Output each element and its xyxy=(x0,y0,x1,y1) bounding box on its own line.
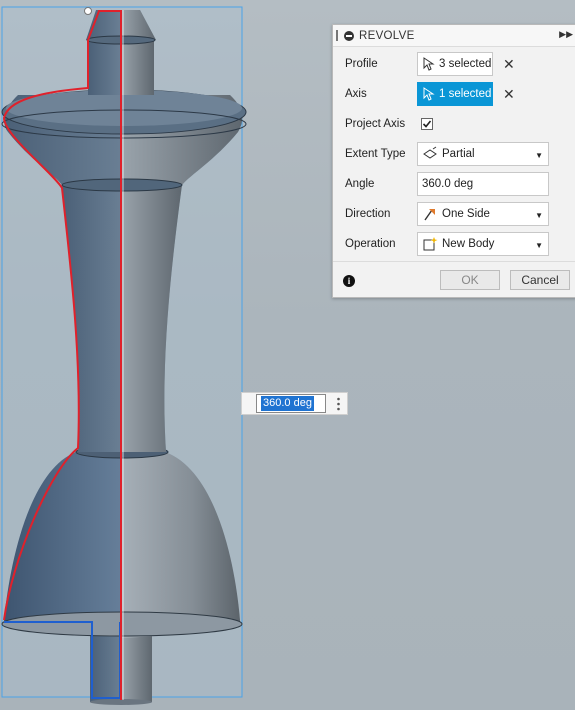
cancel-button[interactable]: Cancel xyxy=(510,270,570,290)
axis-selection-button[interactable]: 1 selected xyxy=(417,82,493,106)
info-icon[interactable]: i xyxy=(343,275,355,287)
operation-label: Operation xyxy=(345,238,396,250)
expand-icon[interactable]: ▶▶ xyxy=(559,29,573,40)
extent-type-label: Extent Type xyxy=(345,148,406,160)
direction-dropdown[interactable]: One Side ▼ xyxy=(417,202,549,226)
drag-handle-icon[interactable] xyxy=(336,30,338,41)
operation-row: Operation New Body ▼ xyxy=(333,230,575,258)
extent-type-row: Extent Type Partial ▼ xyxy=(333,140,575,168)
chevron-down-icon: ▼ xyxy=(535,151,543,160)
cursor-arrow-icon xyxy=(423,57,435,71)
canvas-angle-value[interactable]: 360.0 deg xyxy=(261,396,314,411)
direction-row: Direction One Side ▼ xyxy=(333,200,575,228)
direction-value: One Side xyxy=(442,208,490,220)
collapse-icon[interactable] xyxy=(344,30,354,41)
axis-label: Axis xyxy=(345,88,367,100)
profile-selection-button[interactable]: 3 selected xyxy=(417,52,493,76)
dialog-header[interactable]: REVOLVE ▶▶ xyxy=(333,25,575,47)
clear-profile-icon[interactable]: ✕ xyxy=(503,56,515,73)
angle-value: 360.0 deg xyxy=(422,178,474,190)
extent-type-value: Partial xyxy=(442,148,475,160)
partial-extent-icon xyxy=(423,146,437,159)
direction-label: Direction xyxy=(345,208,391,220)
more-options-icon[interactable] xyxy=(337,396,340,412)
dialog-footer: i OK Cancel xyxy=(333,261,575,298)
profile-label: Profile xyxy=(345,58,378,70)
clear-axis-icon[interactable]: ✕ xyxy=(503,86,515,103)
axis-row: Axis 1 selected ✕ xyxy=(333,80,575,108)
revolve-dialog: REVOLVE ▶▶ Profile 3 selected ✕ Axis 1 s… xyxy=(332,24,575,298)
one-side-icon xyxy=(424,209,435,221)
sketch-point[interactable] xyxy=(84,7,92,15)
angle-row: Angle 360.0 deg xyxy=(333,170,575,198)
canvas-angle-input[interactable]: 360.0 deg xyxy=(241,392,348,415)
dialog-title: REVOLVE xyxy=(359,29,415,42)
chevron-down-icon: ▼ xyxy=(535,241,543,250)
project-axis-row: Project Axis xyxy=(333,110,575,138)
cursor-arrow-icon xyxy=(423,87,435,101)
project-axis-label: Project Axis xyxy=(345,118,406,130)
angle-field[interactable]: 360.0 deg xyxy=(417,172,549,196)
chevron-down-icon: ▼ xyxy=(535,211,543,220)
operation-dropdown[interactable]: New Body ▼ xyxy=(417,232,549,256)
profile-row: Profile 3 selected ✕ xyxy=(333,50,575,78)
operation-value: New Body xyxy=(442,238,495,250)
new-body-icon xyxy=(423,237,438,251)
profile-selection-value: 3 selected xyxy=(439,58,492,70)
checkmark-icon xyxy=(422,120,432,128)
extent-type-dropdown[interactable]: Partial ▼ xyxy=(417,142,549,166)
project-axis-checkbox[interactable] xyxy=(421,118,433,130)
angle-label: Angle xyxy=(345,178,375,190)
axis-selection-value: 1 selected xyxy=(439,88,492,100)
ok-button[interactable]: OK xyxy=(440,270,500,290)
